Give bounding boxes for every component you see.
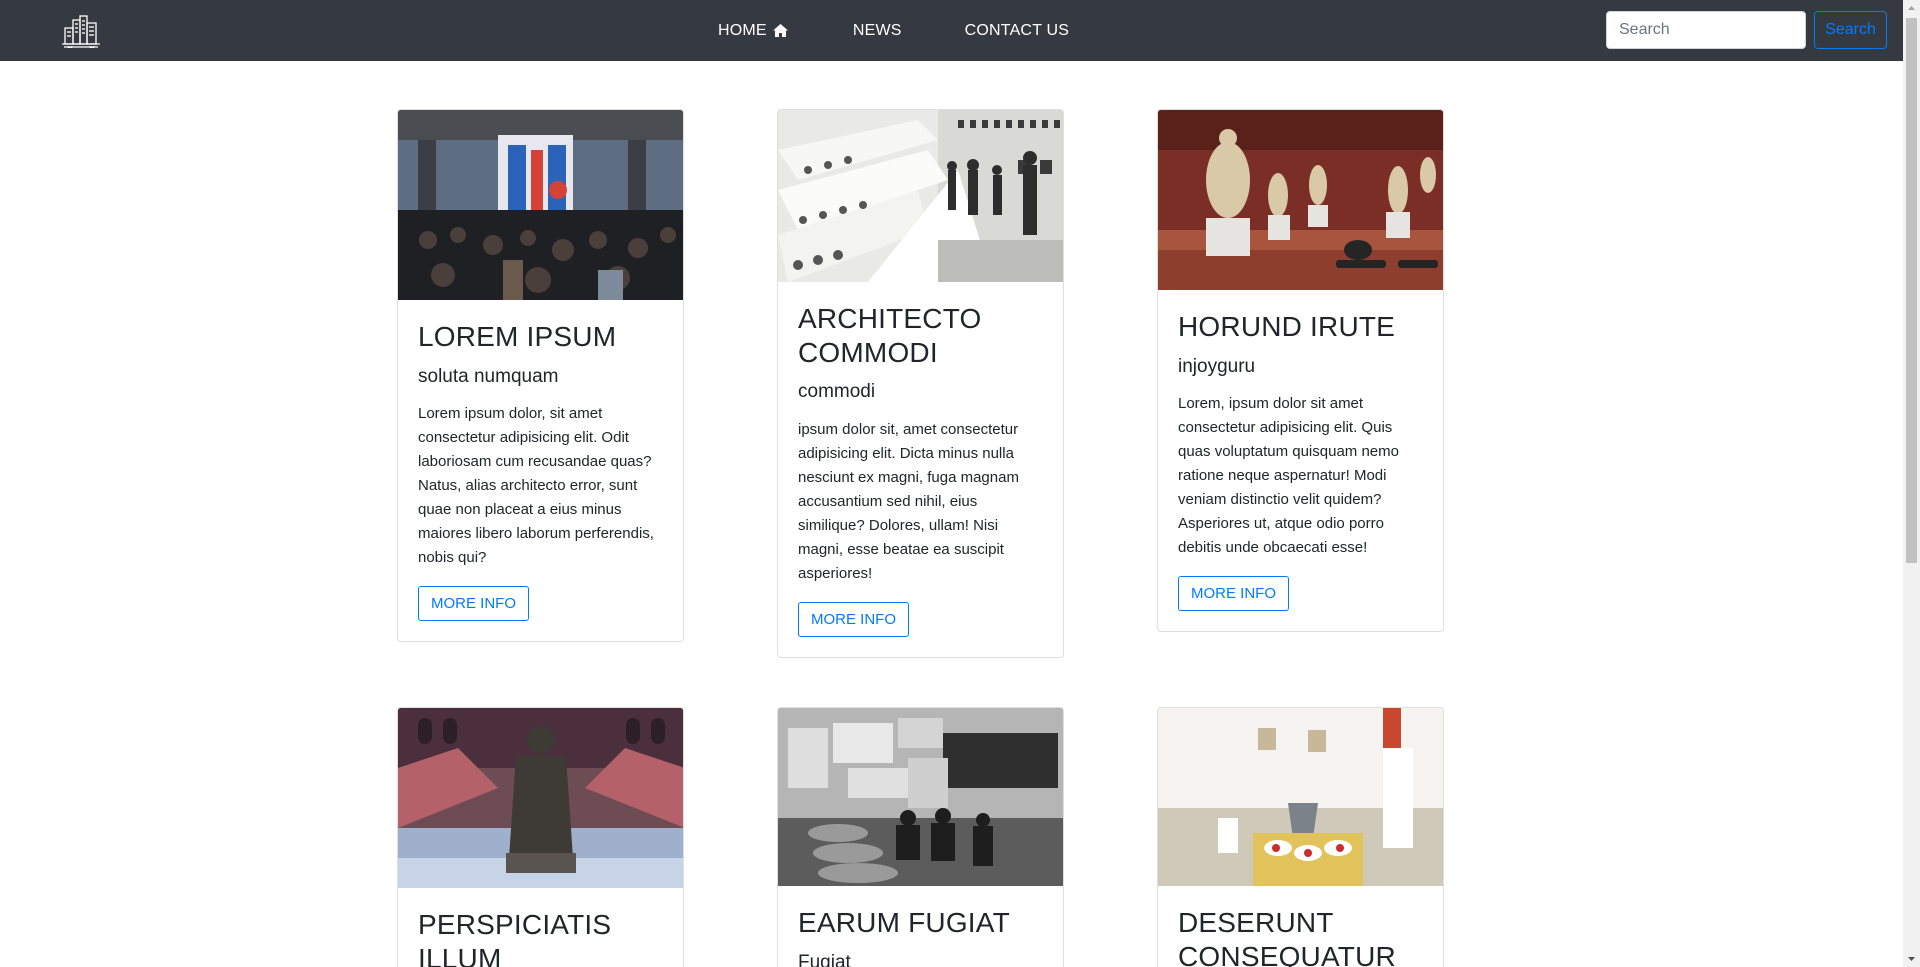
scroll-up-arrow-icon[interactable] — [1903, 0, 1920, 17]
more-info-button[interactable]: MORE INFO — [1178, 576, 1289, 612]
card-image — [778, 708, 1063, 886]
card-title: EARUM FUGIAT — [798, 907, 1010, 938]
card-image — [778, 110, 1063, 282]
card-title: DESERUNT CONSEQUATUR — [1178, 907, 1396, 967]
card-title: HORUND IRUTE — [1178, 311, 1396, 342]
card-deserunt-consequatur: DESERUNT CONSEQUATUR — [1157, 707, 1444, 967]
card-text: Lorem ipsum dolor, sit amet consectetur … — [418, 405, 654, 567]
home-icon — [772, 23, 789, 38]
card-earum-fugiat: EARUM FUGIAT Fugiat — [777, 707, 1064, 967]
card-title: LOREM IPSUM — [418, 321, 617, 352]
card-lorem-ipsum: LOREM IPSUM soluta numquam Lorem ipsum d… — [397, 109, 684, 643]
main-nav: HOME NEWS CONTACT US — [718, 0, 1069, 61]
card-subtitle: soluta numquam — [418, 365, 559, 387]
page-scrollbar[interactable] — [1903, 0, 1920, 967]
card-text: Lorem, ipsum dolor sit amet consectetur … — [1178, 395, 1399, 557]
card-image — [1158, 110, 1443, 290]
card-perspiciatis-illum: PERSPICIATIS ILLUM — [397, 707, 684, 967]
nav-contact-link[interactable]: CONTACT US — [965, 22, 1070, 40]
nav-home-label: HOME — [718, 21, 767, 39]
card-text: ipsum dolor sit, amet consectetur adipis… — [798, 420, 1019, 582]
top-navbar: HOME NEWS CONTACT US Search — [0, 0, 1903, 61]
card-image — [398, 110, 683, 300]
card-architecto-commodi: ARCHITECTO COMMODI commodi ipsum dolor s… — [777, 109, 1064, 658]
scroll-down-arrow-icon[interactable] — [1903, 950, 1920, 967]
card-horund-irute: HORUND IRUTE injoyguru Lorem, ipsum dolo… — [1157, 109, 1444, 633]
nav-news-link[interactable]: NEWS — [853, 22, 902, 40]
card-subtitle: Fugiat — [798, 951, 851, 967]
card-image — [1158, 708, 1443, 886]
nav-home-link[interactable]: HOME — [718, 22, 789, 40]
search-input[interactable] — [1606, 11, 1806, 49]
card-subtitle: injoyguru — [1178, 355, 1256, 377]
city-buildings-icon[interactable] — [62, 12, 100, 49]
more-info-button[interactable]: MORE INFO — [798, 601, 909, 637]
scrollbar-thumb[interactable] — [1906, 18, 1917, 563]
search-button[interactable]: Search — [1814, 11, 1887, 49]
card-title: PERSPICIATIS ILLUM — [418, 909, 612, 967]
card-title: ARCHITECTO COMMODI — [798, 303, 982, 368]
card-subtitle: commodi — [798, 381, 876, 403]
card-image — [398, 708, 683, 888]
more-info-button[interactable]: MORE INFO — [418, 586, 529, 622]
